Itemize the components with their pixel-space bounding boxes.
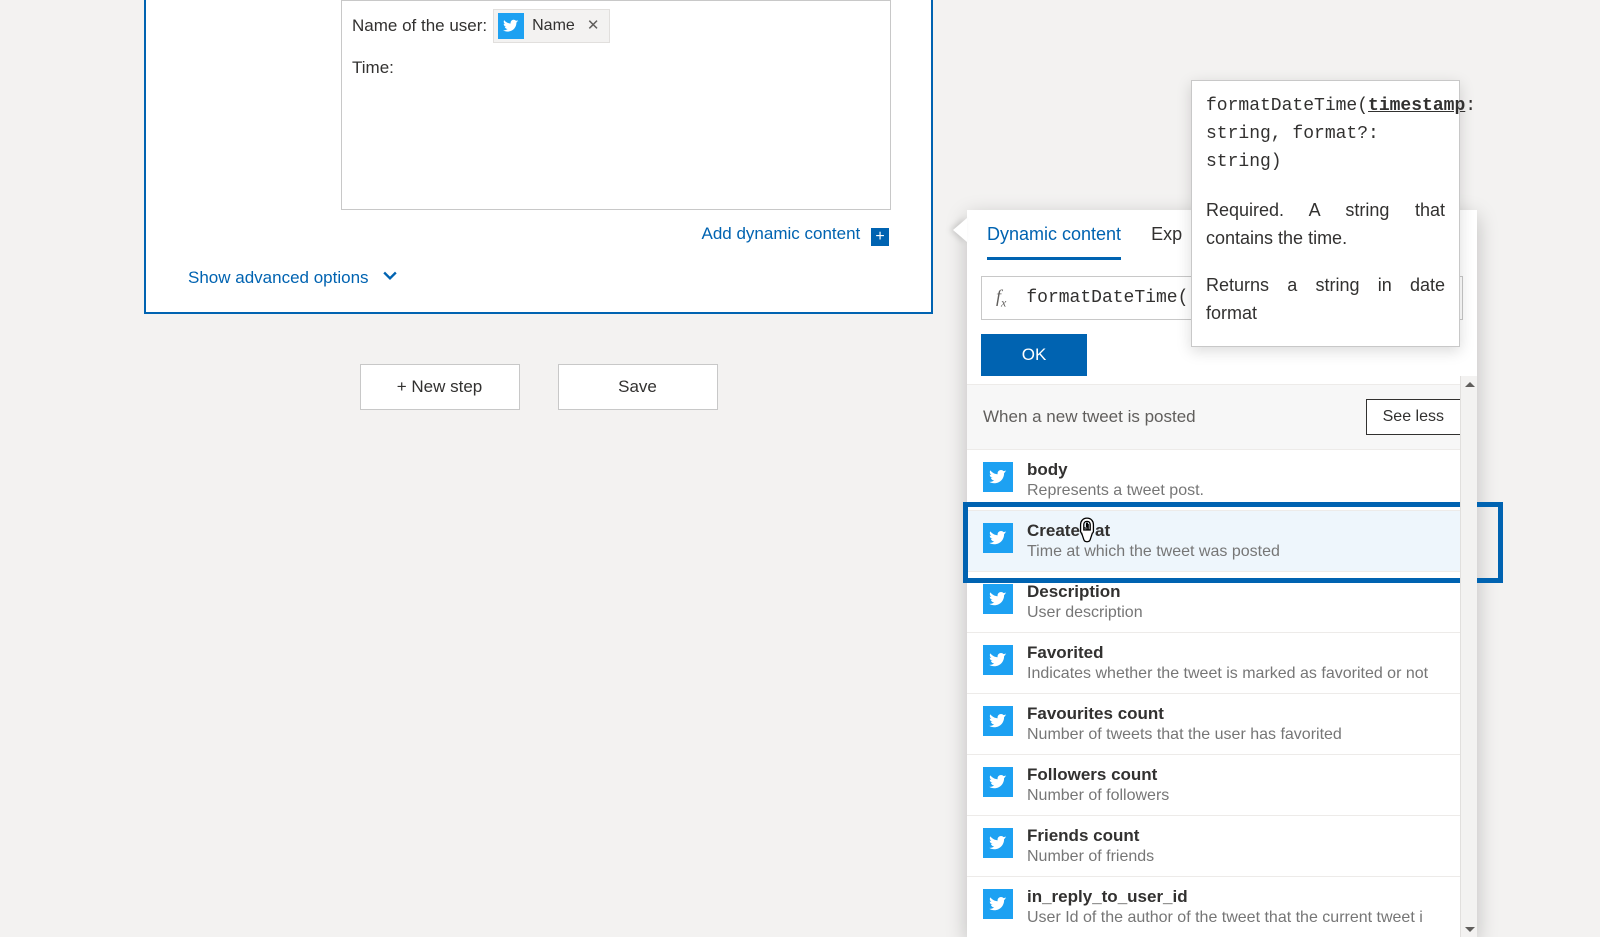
item-name: Friends count	[1027, 826, 1154, 846]
token-name[interactable]: Name ✕	[493, 9, 610, 43]
field-label-name: Name of the user:	[352, 13, 487, 39]
item-name: Favorited	[1027, 643, 1428, 663]
item-name: Created at	[1027, 521, 1280, 541]
message-body-input[interactable]: Name of the user: Name ✕ Time:	[341, 0, 891, 210]
list-item[interactable]: Favorited Indicates whether the tweet is …	[967, 632, 1477, 693]
scroll-down-icon[interactable]	[1461, 920, 1478, 937]
item-description: Represents a tweet post.	[1027, 482, 1204, 500]
list-item[interactable]: Description User description	[967, 571, 1477, 632]
new-step-button[interactable]: + New step	[360, 364, 520, 410]
field-label-time: Time:	[352, 55, 394, 81]
item-description: Number of friends	[1027, 848, 1154, 866]
add-dynamic-content-icon[interactable]: +	[871, 228, 889, 246]
twitter-icon	[983, 584, 1013, 614]
cursor-icon	[1074, 516, 1100, 546]
show-advanced-options[interactable]: Show advanced options	[188, 268, 397, 288]
scrollbar[interactable]	[1460, 376, 1477, 937]
twitter-icon	[983, 767, 1013, 797]
list-item[interactable]: Friends count Number of friends	[967, 815, 1477, 876]
item-name: Favourites count	[1027, 704, 1342, 724]
save-button[interactable]: Save	[558, 364, 718, 410]
see-less-button[interactable]: See less	[1366, 399, 1461, 435]
twitter-icon	[983, 828, 1013, 858]
tab-expression[interactable]: Exp	[1151, 224, 1182, 260]
expression-text: formatDateTime(	[1026, 288, 1188, 308]
item-description: Time at which the tweet was posted	[1027, 543, 1280, 561]
tooltip-returns: Returns a string in date format	[1206, 272, 1445, 328]
item-name: Description	[1027, 582, 1143, 602]
list-item[interactable]: body Represents a tweet post.	[967, 449, 1477, 510]
add-dynamic-content-link[interactable]: Add dynamic content	[702, 224, 861, 243]
ok-button[interactable]: OK	[981, 334, 1087, 376]
section-title: When a new tweet is posted	[983, 407, 1196, 427]
twitter-icon	[983, 706, 1013, 736]
item-description: User description	[1027, 604, 1143, 622]
action-card: Name of the user: Name ✕ Time: Add dynam…	[144, 0, 933, 314]
tab-dynamic-content[interactable]: Dynamic content	[987, 224, 1121, 260]
chevron-down-icon	[383, 268, 397, 288]
list-item[interactable]: Created at Time at which the tweet was po…	[967, 510, 1477, 571]
twitter-icon	[498, 13, 524, 39]
dynamic-content-list: body Represents a tweet post. Created at Ti…	[967, 449, 1477, 937]
item-description: User Id of the author of the tweet that …	[1027, 909, 1423, 927]
twitter-icon	[983, 645, 1013, 675]
fx-icon: fx	[996, 286, 1006, 311]
twitter-icon	[983, 889, 1013, 919]
item-name: body	[1027, 460, 1204, 480]
twitter-icon	[983, 523, 1013, 553]
tooltip-required: Required. A string that contains the tim…	[1206, 197, 1445, 253]
list-item[interactable]: Favourites count Number of tweets that th…	[967, 693, 1477, 754]
item-description: Indicates whether the tweet is marked as…	[1027, 665, 1428, 683]
item-description: Number of followers	[1027, 787, 1169, 805]
list-item[interactable]: Followers count Number of followers	[967, 754, 1477, 815]
section-header: When a new tweet is posted See less	[967, 384, 1477, 449]
remove-token-icon[interactable]: ✕	[587, 15, 600, 38]
scroll-up-icon[interactable]	[1461, 376, 1478, 393]
tooltip-signature: formatDateTime(timestamp: string, format…	[1206, 93, 1445, 177]
twitter-icon	[983, 462, 1013, 492]
token-label: Name	[532, 14, 575, 38]
item-name: Followers count	[1027, 765, 1169, 785]
list-item[interactable]: in_reply_to_user_id User Id of the author…	[967, 876, 1477, 937]
item-description: Number of tweets that the user has favor…	[1027, 726, 1342, 744]
panel-pointer	[953, 218, 967, 242]
item-name: in_reply_to_user_id	[1027, 887, 1423, 907]
function-tooltip: formatDateTime(timestamp: string, format…	[1191, 80, 1460, 347]
